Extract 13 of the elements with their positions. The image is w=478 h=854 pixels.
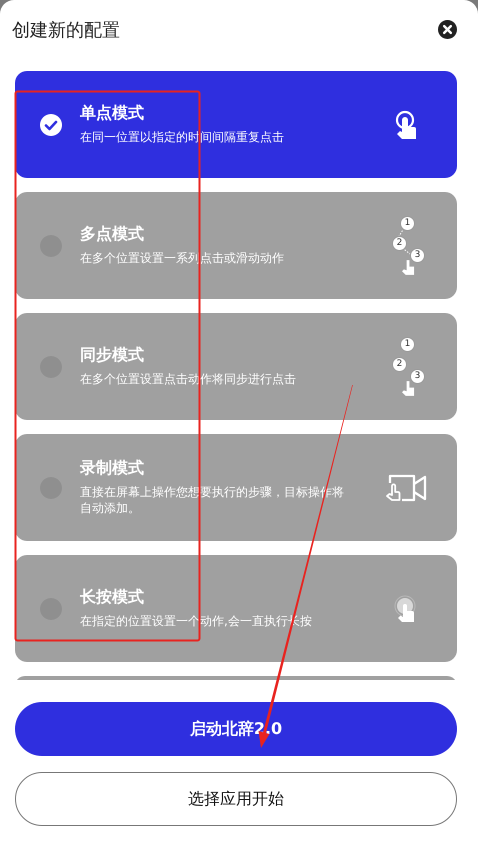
close-icon[interactable] xyxy=(438,20,457,39)
dialog-title: 创建新的配置 xyxy=(12,18,120,42)
mode-title: 长按模式 xyxy=(80,587,145,608)
tap-icon xyxy=(394,110,418,140)
mode-description: 在同一位置以指定的时间间隔重复点击 xyxy=(80,130,285,146)
check-icon[interactable] xyxy=(40,114,62,136)
mode-title: 录制模式 xyxy=(80,458,145,480)
mode-title: 单点模式 xyxy=(80,103,145,124)
mode-title: 多点模式 xyxy=(80,224,145,246)
mode-card[interactable]: 单点模式 在同一位置以指定的时间间隔重复点击 xyxy=(15,71,457,178)
mode-title: 同步模式 xyxy=(80,345,145,366)
video-camera-icon xyxy=(384,472,428,502)
choose-app-button[interactable]: 选择应用开始 xyxy=(15,772,457,826)
